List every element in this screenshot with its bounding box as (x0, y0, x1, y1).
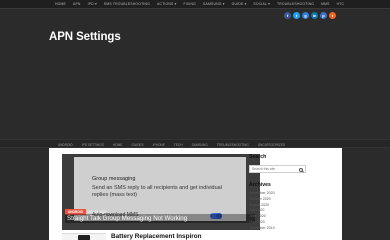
image-heading: Group messaging (92, 176, 136, 182)
mainnav-item[interactable]: IPD SETTINGS (82, 143, 104, 147)
social-links: f t g in p r (284, 12, 336, 19)
archives-heading: Archives (249, 182, 271, 188)
mainnav-item[interactable]: UNCATEGORIZED (258, 143, 285, 147)
image-description: Send an SMS reply to all recipients and … (92, 185, 222, 198)
topnav-item[interactable]: HOME (55, 2, 66, 6)
content-card: Group messaging Send an SMS reply to all… (49, 148, 342, 240)
googleplus-icon[interactable]: g (302, 12, 309, 19)
topnav-item[interactable]: SOCIAL ▾ (253, 2, 270, 6)
mainnav-item[interactable]: GUIDES (131, 143, 143, 147)
topnav-item[interactable]: GUIDE ▾ (232, 2, 247, 6)
search-input[interactable] (250, 166, 298, 172)
search-heading: Search (249, 154, 267, 160)
topnav-item[interactable]: SMS TROUBLESHOOTING (104, 2, 150, 6)
site-title[interactable]: APN Settings (49, 31, 121, 43)
topnav-item[interactable]: MMS (321, 2, 330, 6)
sidebar: Search Archives December 2020 October 20… (249, 154, 309, 232)
mainnav-item[interactable]: SAMSUNG (192, 143, 208, 147)
mainnav-item[interactable]: IPHONE (153, 143, 165, 147)
post-thumbnail[interactable] (62, 233, 106, 240)
main-nav: ANDROID IPD SETTINGS HOME GUIDES IPHONE … (0, 139, 390, 148)
search-box (249, 165, 306, 173)
post-title[interactable]: Battery Replacement Inspiron (111, 233, 202, 240)
mainnav-item[interactable]: ANDROID (58, 143, 73, 147)
search-icon[interactable] (299, 167, 303, 172)
topnav-item[interactable]: ACTIONS ▾ (157, 2, 177, 6)
pinterest-icon[interactable]: p (320, 12, 327, 19)
topnav-item[interactable]: TROUBLESHOOTING (277, 2, 314, 6)
mainnav-item[interactable]: TECH (174, 143, 183, 147)
linkedin-icon[interactable]: in (311, 12, 318, 19)
archives-list: December 2020 October 2020 August 2020 J… (249, 191, 309, 232)
rss-icon[interactable]: r (329, 12, 336, 19)
facebook-icon[interactable]: f (284, 12, 291, 19)
archive-link[interactable]: November 2019 (249, 226, 309, 232)
topnav-item[interactable]: APN (73, 2, 81, 6)
twitter-icon[interactable]: t (293, 12, 300, 19)
mainnav-item[interactable]: TROUBLESHOOTING (217, 143, 249, 147)
top-bar: HOME APN IPD ▾ SMS TROUBLESHOOTING ACTIO… (0, 0, 390, 9)
topnav-item[interactable]: SAMSUNG ▾ (203, 2, 225, 6)
featured-post[interactable]: Group messaging Send an SMS reply to all… (62, 154, 260, 230)
topnav-item[interactable]: FIXING (184, 2, 197, 6)
topnav-item[interactable]: IPD ▾ (88, 2, 97, 6)
featured-title[interactable]: Straight Talk Group Messaging Not Workin… (65, 214, 255, 223)
mainnav-item[interactable]: HOME (113, 143, 123, 147)
topnav-item[interactable]: HTC (337, 2, 345, 6)
top-nav: HOME APN IPD ▾ SMS TROUBLESHOOTING ACTIO… (55, 2, 344, 6)
